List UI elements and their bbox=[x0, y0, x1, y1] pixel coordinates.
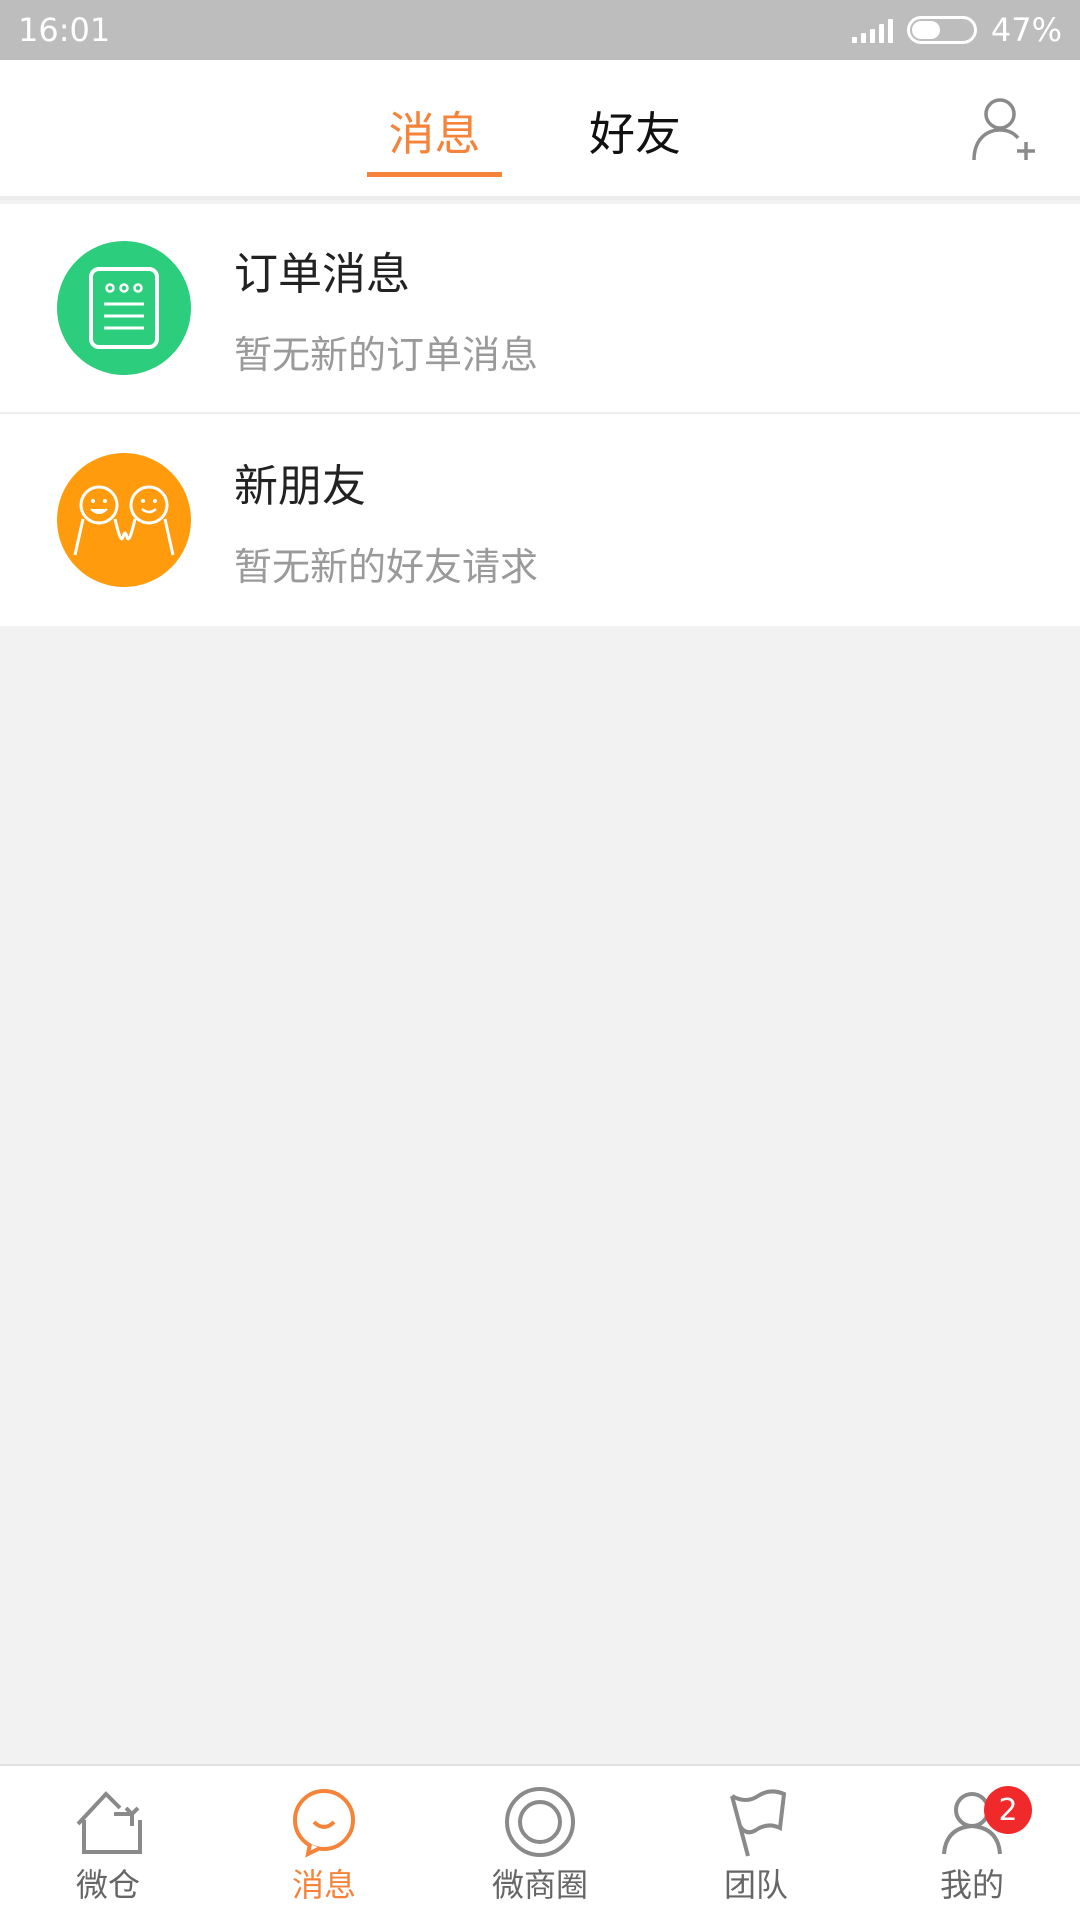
nav-item-messages[interactable]: 消息 bbox=[216, 1766, 432, 1920]
nav-label: 消息 bbox=[291, 1866, 356, 1904]
chat-bubble-icon bbox=[293, 1789, 355, 1858]
nav-item-warehouse[interactable]: 微仓 bbox=[0, 1766, 216, 1920]
nav-label: 我的 bbox=[939, 1866, 1004, 1904]
flag-icon bbox=[730, 1789, 787, 1857]
battery-icon bbox=[906, 16, 977, 44]
tab-friends[interactable]: 好友 bbox=[560, 98, 710, 188]
list-item-order-messages[interactable]: 订单消息 暂无新的订单消息 bbox=[0, 204, 1080, 414]
new-friends-text: 新朋友 暂无新的好友请求 bbox=[234, 450, 538, 591]
order-list-icon bbox=[57, 241, 191, 375]
active-tab-indicator bbox=[367, 172, 502, 177]
list-item-title: 新朋友 bbox=[234, 460, 366, 512]
top-header: 消息 好友 bbox=[0, 60, 1080, 200]
nav-item-circle[interactable]: 微商圈 bbox=[432, 1766, 648, 1920]
battery-percent: 47% bbox=[990, 11, 1062, 49]
list-item-subtitle: 暂无新的好友请求 bbox=[234, 544, 539, 589]
tab-friends-label: 好友 bbox=[589, 107, 681, 161]
list-item-title: 订单消息 bbox=[234, 248, 410, 300]
status-time: 16:01 bbox=[18, 11, 111, 49]
nav-label: 微商圈 bbox=[491, 1866, 588, 1904]
signal-icon bbox=[851, 17, 893, 43]
nav-label: 微仓 bbox=[75, 1866, 140, 1904]
message-list: 订单消息 暂无新的订单消息 新朋友 暂无新的好友请求 bbox=[0, 204, 1080, 626]
status-bar: 16:01 47% bbox=[0, 0, 1080, 60]
nav-label: 团队 bbox=[723, 1866, 788, 1904]
list-item-new-friends[interactable]: 新朋友 暂无新的好友请求 bbox=[0, 414, 1080, 626]
status-indicators: 47% bbox=[851, 11, 1062, 49]
battery-level-fill bbox=[911, 21, 941, 39]
circle-icon bbox=[505, 1787, 575, 1857]
home-icon bbox=[76, 1791, 142, 1854]
bottom-nav: 微仓 消息 微商圈 团队 我的 2 bbox=[0, 1764, 1080, 1920]
notification-badge: 2 bbox=[984, 1786, 1032, 1834]
add-user-icon[interactable] bbox=[970, 94, 1040, 164]
app-screen: 16:01 47% 消息 好友 订单消息 暂无新的订单消息 新朋友 暂无新的好友… bbox=[0, 0, 1080, 1920]
order-messages-text: 订单消息 暂无新的订单消息 bbox=[234, 238, 538, 379]
friends-faces-icon bbox=[57, 453, 191, 587]
nav-item-mine[interactable]: 我的 2 bbox=[864, 1766, 1080, 1920]
list-item-subtitle: 暂无新的订单消息 bbox=[234, 332, 539, 377]
nav-item-team[interactable]: 团队 bbox=[648, 1766, 864, 1920]
